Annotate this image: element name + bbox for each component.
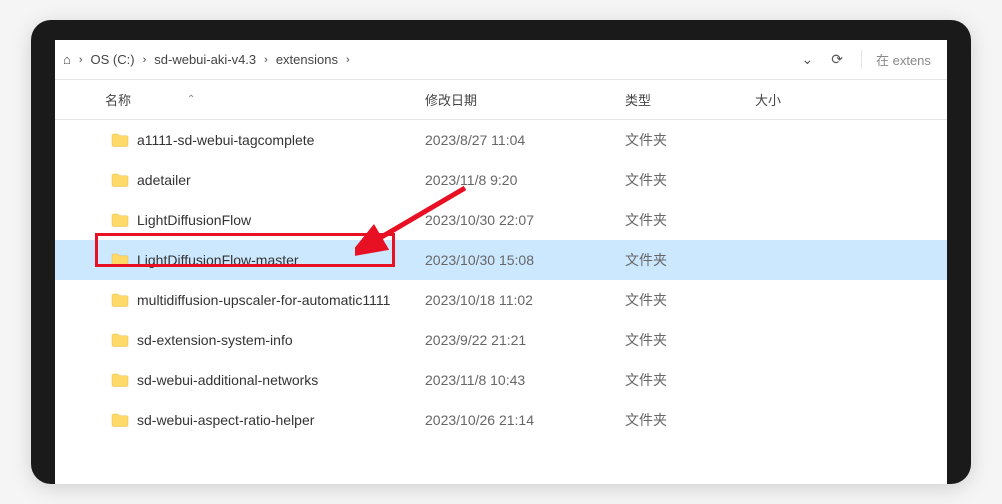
file-type: 文件夹 bbox=[625, 210, 755, 230]
chevron-right-icon: › bbox=[342, 54, 354, 66]
file-name: sd-extension-system-info bbox=[137, 332, 293, 348]
column-headers: 名称 ⌃ 修改日期 类型 大小 bbox=[55, 80, 947, 120]
folder-icon bbox=[111, 173, 129, 187]
search-input[interactable]: 在 extens bbox=[861, 50, 931, 69]
file-date: 2023/10/26 21:14 bbox=[425, 412, 625, 428]
breadcrumb-part[interactable]: sd-webui-aki-v4.3 bbox=[154, 52, 256, 67]
explorer-window: ⌂ › OS (C:) › sd-webui-aki-v4.3 › extens… bbox=[55, 40, 947, 484]
file-date: 2023/9/22 21:21 bbox=[425, 332, 625, 348]
file-date: 2023/10/18 11:02 bbox=[425, 292, 625, 308]
chevron-right-icon: › bbox=[75, 54, 87, 66]
file-row[interactable]: multidiffusion-upscaler-for-automatic111… bbox=[55, 280, 947, 320]
file-row[interactable]: a1111-sd-webui-tagcomplete 2023/8/27 11:0… bbox=[55, 120, 947, 160]
file-type: 文件夹 bbox=[625, 250, 755, 270]
file-date: 2023/8/27 11:04 bbox=[425, 132, 625, 148]
file-date: 2023/10/30 22:07 bbox=[425, 212, 625, 228]
file-date: 2023/10/30 15:08 bbox=[425, 252, 625, 268]
folder-icon bbox=[111, 133, 129, 147]
folder-icon bbox=[111, 333, 129, 347]
file-type: 文件夹 bbox=[625, 170, 755, 190]
file-date: 2023/11/8 9:20 bbox=[425, 172, 625, 188]
folder-icon bbox=[111, 253, 129, 267]
history-dropdown-icon[interactable]: ⌄ bbox=[802, 51, 814, 68]
breadcrumb-part[interactable]: OS (C:) bbox=[91, 52, 135, 67]
folder-icon bbox=[111, 413, 129, 427]
file-type: 文件夹 bbox=[625, 130, 755, 150]
file-name: sd-webui-aspect-ratio-helper bbox=[137, 412, 314, 428]
header-type[interactable]: 类型 bbox=[625, 90, 755, 109]
file-type: 文件夹 bbox=[625, 410, 755, 430]
breadcrumb-part[interactable]: extensions bbox=[276, 52, 338, 67]
file-list: a1111-sd-webui-tagcomplete 2023/8/27 11:0… bbox=[55, 120, 947, 440]
file-name: adetailer bbox=[137, 172, 191, 188]
file-row[interactable]: LightDiffusionFlow 2023/10/30 22:07文件夹 bbox=[55, 200, 947, 240]
folder-icon bbox=[111, 213, 129, 227]
file-row[interactable]: sd-webui-aspect-ratio-helper 2023/10/26 2… bbox=[55, 400, 947, 440]
sort-asc-icon: ⌃ bbox=[187, 94, 195, 105]
file-name: LightDiffusionFlow-master bbox=[137, 252, 299, 268]
file-name: multidiffusion-upscaler-for-automatic111… bbox=[137, 292, 390, 308]
file-row[interactable]: LightDiffusionFlow-master 2023/10/30 15:0… bbox=[55, 240, 947, 280]
file-row[interactable]: sd-webui-additional-networks 2023/11/8 10… bbox=[55, 360, 947, 400]
header-name[interactable]: 名称 ⌃ bbox=[55, 90, 425, 109]
folder-icon bbox=[111, 373, 129, 387]
header-name-label: 名称 bbox=[105, 90, 131, 109]
file-type: 文件夹 bbox=[625, 330, 755, 350]
chevron-right-icon: › bbox=[139, 54, 151, 66]
file-date: 2023/11/8 10:43 bbox=[425, 372, 625, 388]
folder-icon bbox=[111, 293, 129, 307]
breadcrumb[interactable]: ⌂ › OS (C:) › sd-webui-aki-v4.3 › extens… bbox=[63, 52, 802, 67]
header-date[interactable]: 修改日期 bbox=[425, 90, 625, 109]
file-row[interactable]: adetailer 2023/11/8 9:20文件夹 bbox=[55, 160, 947, 200]
file-type: 文件夹 bbox=[625, 370, 755, 390]
chevron-right-icon: › bbox=[260, 54, 272, 66]
device-frame: ⌂ › OS (C:) › sd-webui-aki-v4.3 › extens… bbox=[31, 20, 971, 484]
refresh-icon[interactable]: ⟳ bbox=[831, 51, 843, 68]
file-type: 文件夹 bbox=[625, 290, 755, 310]
toolbar: ⌂ › OS (C:) › sd-webui-aki-v4.3 › extens… bbox=[55, 40, 947, 80]
file-name: LightDiffusionFlow bbox=[137, 212, 251, 228]
breadcrumb-root[interactable]: ⌂ bbox=[63, 52, 71, 67]
header-size[interactable]: 大小 bbox=[755, 90, 835, 109]
file-name: sd-webui-additional-networks bbox=[137, 372, 318, 388]
file-row[interactable]: sd-extension-system-info 2023/9/22 21:21文… bbox=[55, 320, 947, 360]
file-name: a1111-sd-webui-tagcomplete bbox=[137, 132, 314, 148]
toolbar-actions: ⌄ ⟳ 在 extens bbox=[802, 50, 939, 69]
